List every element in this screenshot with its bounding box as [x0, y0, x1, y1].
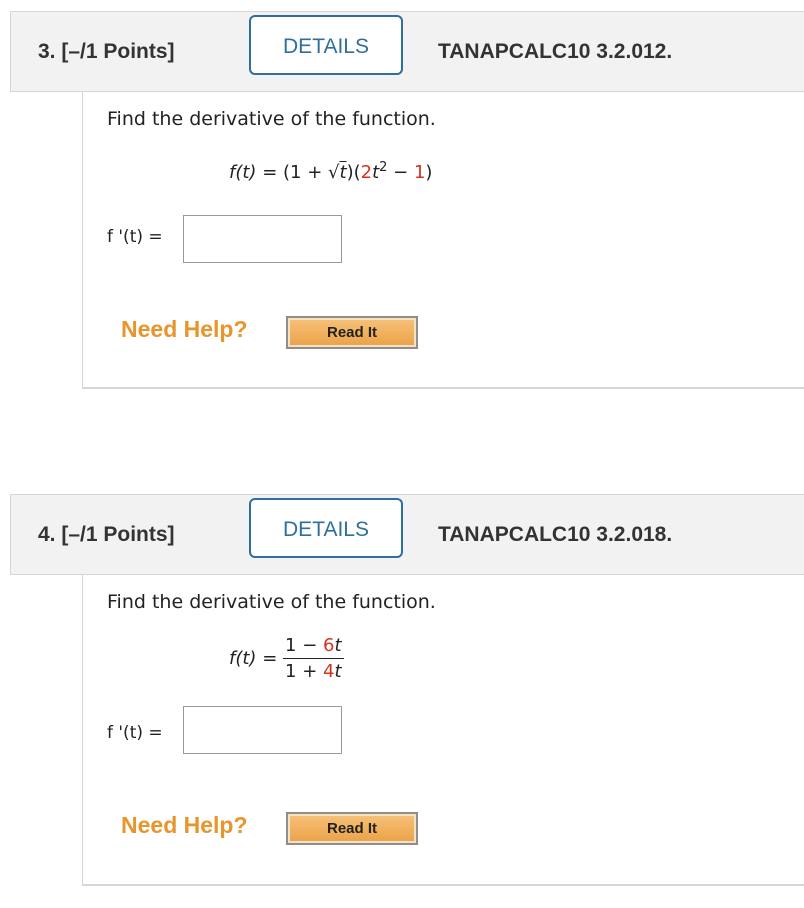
question-3-prompt: Find the derivative of the function.	[107, 108, 436, 130]
question-3-need-help-label: Need Help?	[121, 316, 248, 342]
numerator-part: 1 −	[285, 635, 323, 656]
question-3-details-button[interactable]: DETAILS	[249, 15, 403, 75]
question-4-header: 4. [–/1 Points] DETAILS TANAPCALC10 3.2.…	[10, 494, 804, 575]
denominator-variable: t	[334, 661, 342, 682]
sqrt-argument: t	[339, 162, 347, 183]
question-4-body: Find the derivative of the function. f(t…	[82, 575, 804, 886]
question-3-code: TANAPCALC10 3.2.012.	[438, 40, 673, 63]
question-4-prompt: Find the derivative of the function.	[107, 591, 436, 613]
question-3-answer-input[interactable]	[183, 215, 342, 263]
question-4-answer-label: f '(t) =	[107, 723, 163, 743]
numerator-coefficient: 6	[323, 635, 335, 656]
question-4-details-button[interactable]: DETAILS	[249, 498, 403, 558]
function-lhs: f(t)	[229, 648, 257, 669]
minus-sign: −	[387, 162, 414, 183]
sqrt-symbol: √	[328, 162, 340, 183]
denominator-coefficient: 4	[323, 661, 335, 682]
question-3-header: 3. [–/1 Points] DETAILS TANAPCALC10 3.2.…	[10, 11, 804, 92]
question-4-function: f(t) = 1 − 6t 1 + 4t	[229, 635, 344, 682]
question-3-function: f(t) = (1 + √t)(2t2 − 1)	[229, 160, 432, 183]
question-3-body: Find the derivative of the function. f(t…	[82, 92, 804, 389]
question-4-read-it-button[interactable]: Read It	[286, 812, 418, 845]
question-4-need-help-label: Need Help?	[121, 812, 248, 838]
fraction: 1 − 6t 1 + 4t	[283, 635, 344, 682]
denominator: 1 + 4t	[283, 659, 344, 682]
question-4-points-label: 4. [–/1 Points]	[38, 523, 175, 546]
question-3-read-it-button[interactable]: Read It	[286, 316, 418, 349]
question-3-answer-label: f '(t) =	[107, 227, 163, 247]
question-3-points-label: 3. [–/1 Points]	[38, 40, 175, 63]
function-part: (1 +	[283, 162, 329, 183]
coefficient: 2	[360, 162, 373, 183]
equals-sign: =	[262, 648, 278, 669]
constant: 1	[413, 162, 426, 183]
function-lhs: f(t)	[229, 162, 257, 183]
denominator-part: 1 +	[285, 661, 323, 682]
question-4-answer-input[interactable]	[183, 706, 342, 754]
numerator: 1 − 6t	[283, 635, 344, 659]
numerator-variable: t	[334, 635, 342, 656]
question-4-code: TANAPCALC10 3.2.018.	[438, 523, 673, 546]
equals-sign: =	[262, 162, 278, 183]
function-part: )	[425, 162, 433, 183]
function-part: )(	[346, 162, 361, 183]
